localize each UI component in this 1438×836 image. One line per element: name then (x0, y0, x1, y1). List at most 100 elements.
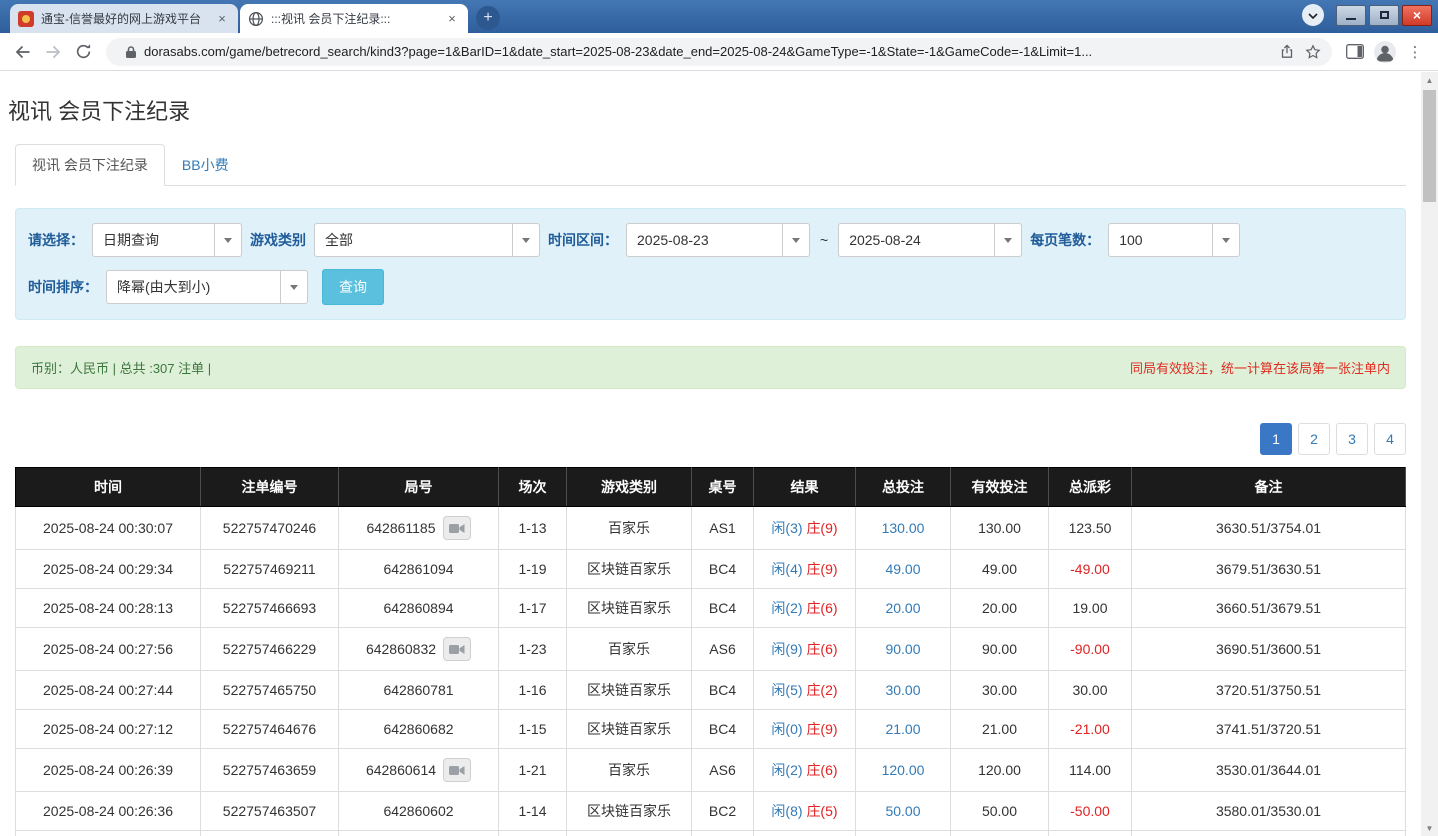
round-cell: 642860581 (338, 830, 499, 836)
table-number-cell: AS1 (691, 506, 754, 550)
address-bar[interactable]: dorasabs.com/game/betrecord_search/kind3… (106, 37, 1332, 66)
total-bet-cell: 49.00 (855, 549, 951, 589)
reload-icon (76, 44, 90, 59)
close-button[interactable]: × (1402, 4, 1432, 26)
result-cell: 闲(8) 庄(5) (753, 791, 856, 831)
bet-number-cell: 522757470246 (200, 506, 339, 550)
bookmark-star-icon[interactable] (1300, 39, 1326, 65)
browser-tab-2[interactable]: :::视讯 会员下注纪录::: × (240, 4, 468, 33)
date-start-select[interactable]: 2025-08-23 (626, 223, 810, 257)
total-bet-link[interactable]: 20.00 (885, 600, 920, 616)
payout-value: -90.00 (1070, 641, 1110, 657)
round-number: 642861185 (366, 520, 436, 536)
column-header: 总投注 (855, 467, 951, 507)
date-start-value: 2025-08-23 (637, 232, 709, 248)
page-title: 视讯 会员下注纪录 (8, 99, 191, 124)
tab-bb-tip[interactable]: BB小费 (165, 144, 246, 186)
browser-window: 通宝-信誉最好的网上游戏平台 × :::视讯 会员下注纪录::: × + × d… (0, 0, 1438, 836)
payout-value: -21.00 (1070, 721, 1110, 737)
result-cell: 闲(3) 庄(9) (753, 506, 856, 550)
page-scrollbar[interactable]: ▲ ▼ (1421, 72, 1438, 836)
forward-button[interactable] (38, 37, 68, 67)
total-bet-link[interactable]: 49.00 (885, 561, 920, 577)
chevron-down-icon (280, 271, 307, 303)
maximize-button[interactable] (1369, 4, 1399, 26)
total-bet-link[interactable]: 21.00 (885, 721, 920, 737)
tab-close-icon[interactable]: × (444, 11, 460, 27)
url-text[interactable]: dorasabs.com/game/betrecord_search/kind3… (144, 44, 1274, 59)
pagination-page-2[interactable]: 2 (1298, 423, 1330, 455)
note-cell: 3660.51/3679.51 (1131, 588, 1406, 628)
result-cell: 闲(0) 庄(9) (753, 709, 856, 749)
table-number-cell: BC4 (691, 830, 754, 836)
scrollbar-thumb[interactable] (1423, 90, 1436, 202)
payout-value: -50.00 (1070, 803, 1110, 819)
replay-icon[interactable] (442, 516, 471, 540)
round-cell: 642860682 (338, 709, 499, 749)
time-cell: 2025-08-24 00:26:36 (15, 791, 201, 831)
table-number-cell: AS6 (691, 748, 754, 792)
total-bet-cell: 30.00 (855, 670, 951, 710)
bet-number-cell: 522757469211 (200, 549, 339, 589)
new-tab-button[interactable]: + (476, 6, 500, 30)
total-bet-link[interactable]: 130.00 (882, 520, 925, 536)
column-header: 结果 (753, 467, 856, 507)
lock-icon[interactable] (118, 39, 144, 65)
total-bet-link[interactable]: 90.00 (885, 641, 920, 657)
pagination-page-3[interactable]: 3 (1336, 423, 1368, 455)
chevron-down-icon (214, 224, 241, 256)
payout-cell: 47.50 (1048, 830, 1132, 836)
round-cell: 642860602 (338, 791, 499, 831)
side-panel-icon[interactable] (1340, 37, 1370, 67)
query-type-select[interactable]: 日期查询 (92, 223, 242, 257)
pagination: 1234 (15, 423, 1406, 455)
note-cell: 3580.01/3530.01 (1131, 791, 1406, 831)
back-button[interactable] (8, 37, 38, 67)
tab-bet-records[interactable]: 视讯 会员下注纪录 (15, 144, 165, 186)
column-header: 有效投注 (950, 467, 1049, 507)
chevron-down-icon (1212, 224, 1239, 256)
valid-bet-cell: 50.00 (950, 830, 1049, 836)
total-bet-link[interactable]: 30.00 (885, 682, 920, 698)
tab-search-button[interactable] (1302, 4, 1324, 26)
session-cell: 1-16 (498, 670, 567, 710)
total-bet-link[interactable]: 120.00 (882, 762, 925, 778)
scroll-down-icon[interactable]: ▼ (1421, 820, 1438, 836)
valid-bet-cell: 20.00 (950, 588, 1049, 628)
search-button[interactable]: 查询 (322, 269, 384, 305)
round-cell: 642860614 (338, 748, 499, 792)
total-bet-link[interactable]: 50.00 (885, 803, 920, 819)
replay-icon[interactable] (443, 637, 472, 661)
menu-kebab-icon[interactable]: ⋮ (1400, 37, 1430, 67)
round-number: 642860682 (383, 721, 454, 737)
sort-select[interactable]: 降幂(由大到小) (106, 270, 308, 304)
table-row: 2025-08-24 00:26:36 522757463507 6428606… (15, 791, 1406, 831)
valid-bet-cell: 90.00 (950, 627, 1049, 671)
date-end-select[interactable]: 2025-08-24 (838, 223, 1023, 257)
table-row: 2025-08-24 00:28:13 522757466693 6428608… (15, 588, 1406, 628)
banker-result: 庄(2) (806, 682, 838, 698)
reload-button[interactable] (68, 37, 98, 67)
tab-close-icon[interactable]: × (214, 11, 230, 27)
profile-avatar[interactable] (1370, 37, 1400, 67)
valid-bet-cell: 130.00 (950, 506, 1049, 550)
minimize-button[interactable] (1336, 4, 1366, 26)
share-icon[interactable] (1274, 39, 1300, 65)
game-type-select[interactable]: 全部 (314, 223, 540, 257)
pagination-page-1[interactable]: 1 (1260, 423, 1292, 455)
table-row: 2025-08-24 00:27:12 522757464676 6428606… (15, 709, 1406, 749)
replay-icon[interactable] (443, 758, 472, 782)
scroll-up-icon[interactable]: ▲ (1421, 72, 1438, 88)
player-result: 闲(3) (771, 520, 803, 536)
pagination-page-4[interactable]: 4 (1374, 423, 1406, 455)
column-header: 总派彩 (1048, 467, 1132, 507)
round-cell: 642860832 (338, 627, 499, 671)
minimize-icon (1346, 18, 1356, 20)
column-header: 场次 (498, 467, 567, 507)
column-header: 时间 (15, 467, 201, 507)
player-result: 闲(5) (771, 682, 803, 698)
payout-value: 123.50 (1068, 520, 1112, 536)
browser-tab-1[interactable]: 通宝-信誉最好的网上游戏平台 × (10, 4, 238, 33)
time-cell: 2025-08-24 00:29:34 (15, 549, 201, 589)
per-page-select[interactable]: 100 (1108, 223, 1241, 257)
